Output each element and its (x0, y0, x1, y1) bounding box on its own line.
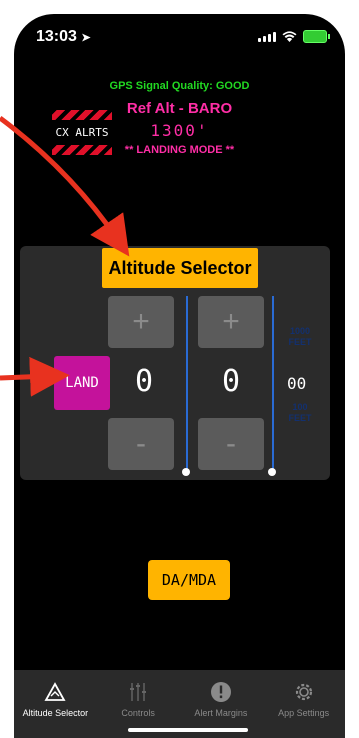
phone-screen: 13:03 ➤ GPS Signal Quality: GOOD Ref Alt… (14, 14, 345, 738)
status-icons (258, 30, 330, 43)
tab-app-settings[interactable]: App Settings (262, 670, 345, 738)
thousands-slider-track[interactable] (186, 296, 188, 472)
tab-label: App Settings (278, 708, 330, 718)
altitude-selector-title: Altitude Selector (102, 248, 258, 288)
cellular-signal-icon (258, 31, 276, 42)
land-button[interactable]: LAND (54, 356, 110, 410)
controls-sliders-icon (130, 683, 147, 701)
da-mda-button[interactable]: DA/MDA (148, 560, 230, 600)
unit-label-bottom: 100 FEET (288, 402, 312, 423)
altitude-selector-icon (44, 682, 66, 701)
status-time: 13:03 ➤ (36, 28, 91, 45)
tab-label: Controls (121, 708, 155, 718)
cx-alerts-label: CX ALRTS (55, 126, 109, 139)
tab-label: Alert Margins (194, 708, 248, 718)
hundreds-increment-button[interactable]: + (198, 296, 264, 348)
hundreds-decrement-button[interactable]: - (198, 418, 264, 470)
hundreds-slider-handle[interactable] (268, 468, 276, 476)
unit-label-top: 1000 FEET (288, 326, 312, 347)
battery-charging-icon (303, 30, 330, 43)
tens-digits: 00 (287, 374, 307, 393)
gps-signal-quality: GPS Signal Quality: GOOD (109, 80, 250, 92)
tab-altitude-selector[interactable]: Altitude Selector (14, 670, 97, 738)
home-indicator (128, 728, 248, 732)
wifi-icon (282, 31, 297, 42)
thousands-digit: 0 (134, 364, 154, 399)
thousands-increment-button[interactable]: + (108, 296, 174, 348)
thousands-decrement-button[interactable]: - (108, 418, 174, 470)
hazard-stripe-top (52, 110, 112, 120)
gear-icon (295, 683, 312, 701)
tab-label: Altitude Selector (22, 708, 89, 718)
cx-alerts-badge[interactable]: CX ALRTS (52, 110, 112, 166)
location-arrow-icon: ➤ (81, 32, 91, 44)
hundreds-slider-track[interactable] (272, 296, 274, 472)
alert-exclamation-icon (210, 682, 231, 702)
thousands-slider-handle[interactable] (182, 468, 190, 476)
hundreds-digit: 0 (221, 364, 241, 399)
hazard-stripe-bottom (52, 145, 112, 155)
